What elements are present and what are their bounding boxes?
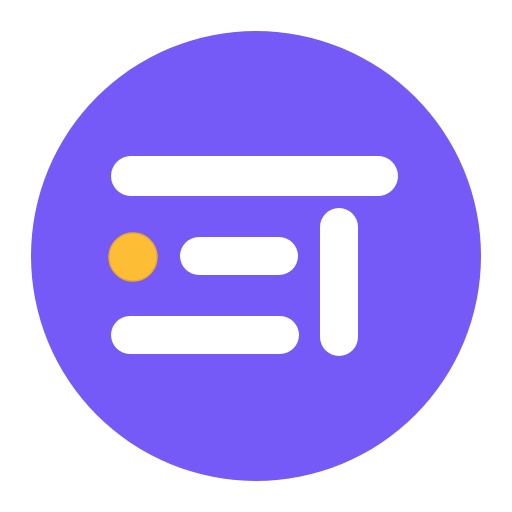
- logo-bar-middle: [180, 237, 298, 275]
- app-logo-icon: [31, 31, 481, 481]
- logo-accent-dot: [108, 232, 158, 282]
- logo-bar-vertical: [320, 208, 358, 356]
- logo-bar-top: [111, 156, 398, 196]
- app-icon-stage: [0, 0, 512, 512]
- logo-bar-bottom: [111, 316, 299, 354]
